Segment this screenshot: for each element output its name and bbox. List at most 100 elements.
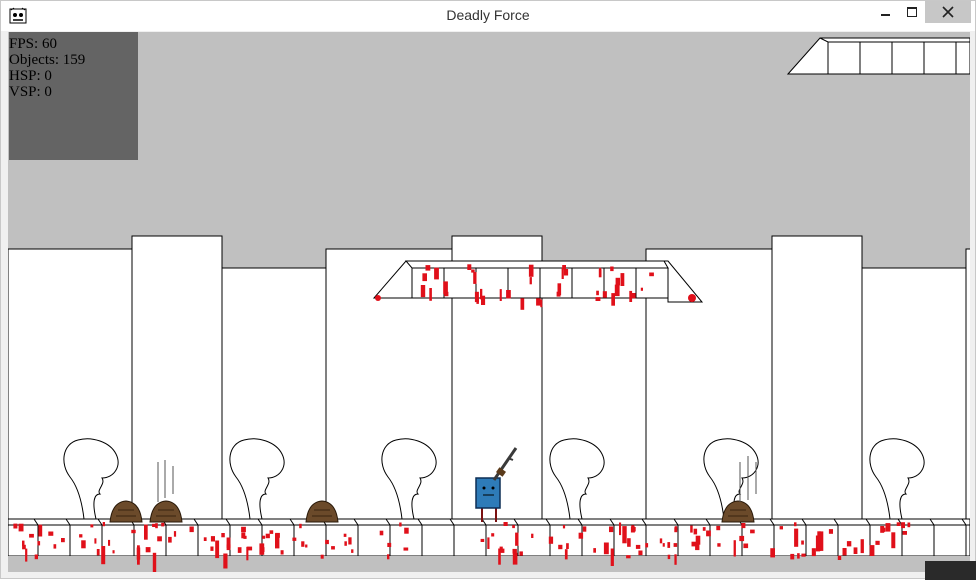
blood-drop xyxy=(659,538,663,544)
blood-drop xyxy=(842,548,847,556)
blood-drop xyxy=(299,523,302,529)
blood-drop xyxy=(907,522,911,528)
blood-drop xyxy=(622,526,627,544)
blood-drop xyxy=(348,537,352,545)
blood-drop xyxy=(595,297,601,301)
blood-drop xyxy=(331,546,335,550)
blood-drop xyxy=(853,547,858,554)
title-bar[interactable]: Deadly Force xyxy=(1,1,975,31)
blood-drop xyxy=(320,554,324,559)
blood-drop xyxy=(743,543,749,549)
game-scene xyxy=(8,37,970,572)
blood-drop xyxy=(399,522,402,527)
minimize-button[interactable] xyxy=(871,1,899,23)
blood-drop xyxy=(770,548,775,558)
blood-drop xyxy=(790,553,795,560)
blood-drop xyxy=(794,522,797,527)
blood-drop xyxy=(582,526,587,532)
blood-drop xyxy=(630,526,635,533)
blood-drop xyxy=(593,548,596,553)
blood-drop xyxy=(610,266,614,272)
blood-drop xyxy=(34,554,38,560)
blood-drop xyxy=(499,289,502,301)
blood-drop xyxy=(662,543,665,547)
blood-drop xyxy=(259,543,265,555)
blood-drop xyxy=(649,272,654,277)
blood-drop xyxy=(275,533,280,549)
blood-drop xyxy=(351,549,354,553)
blood-drop xyxy=(880,526,885,533)
blood-drop xyxy=(563,269,569,276)
blood-drop xyxy=(691,541,697,547)
player-body xyxy=(475,477,501,509)
debug-hud: FPS: 60 Objects: 159 HSP: 0 VSP: 0 xyxy=(9,32,138,160)
blood-drop xyxy=(640,287,643,291)
blood-drop xyxy=(869,545,875,556)
blood-drop xyxy=(561,267,564,279)
blood-drop xyxy=(131,529,136,534)
blood-drop xyxy=(837,555,842,560)
blood-drop xyxy=(155,523,158,529)
blood-drop xyxy=(506,290,511,299)
blood-drop xyxy=(614,284,620,297)
player-eye xyxy=(491,486,495,490)
wall-panel xyxy=(221,267,327,520)
blood-drop xyxy=(96,549,100,556)
game-viewport[interactable]: FPS: 60 Objects: 159 HSP: 0 VSP: 0 xyxy=(8,32,970,572)
maximize-button[interactable] xyxy=(899,1,925,23)
blood-drop xyxy=(674,527,678,533)
blood-drop xyxy=(846,541,852,547)
wall-panel xyxy=(541,267,647,520)
blood-drop xyxy=(101,546,106,565)
blood-drop xyxy=(144,524,148,540)
blood-drop xyxy=(695,535,701,545)
blood-drop xyxy=(627,538,631,547)
blood-drop xyxy=(189,526,194,533)
blood-drop xyxy=(638,550,643,556)
blood-drop xyxy=(499,546,503,553)
blood-drop xyxy=(615,277,620,286)
blood-drop xyxy=(512,552,518,565)
blood-drop xyxy=(901,522,905,529)
blood-drop xyxy=(403,547,409,551)
fps-readout: FPS: 60 xyxy=(9,36,57,52)
blood-drop xyxy=(717,543,721,547)
blood-drop xyxy=(29,533,34,538)
blood-drop xyxy=(716,525,721,531)
blood-drop xyxy=(741,523,746,529)
blood-drop xyxy=(629,290,633,302)
blood-drop xyxy=(37,541,41,546)
blood-drop xyxy=(425,265,431,271)
close-button[interactable] xyxy=(925,1,971,23)
blood-drop xyxy=(558,544,563,550)
blood-drop xyxy=(609,526,614,533)
blood-drop xyxy=(434,267,439,280)
blood-drop xyxy=(487,537,490,549)
blood-drop xyxy=(519,551,523,556)
blood-drop xyxy=(379,530,384,536)
blood-drop xyxy=(467,264,472,270)
blood-drop xyxy=(817,531,821,551)
blood-drop xyxy=(673,543,678,547)
blood-drop xyxy=(161,522,165,527)
blood-drop xyxy=(444,291,449,297)
blood-drop xyxy=(292,537,297,541)
blood-drop xyxy=(343,533,347,537)
blood-drop xyxy=(387,554,390,560)
blood-drop xyxy=(801,553,806,557)
blood-drop xyxy=(90,524,94,528)
blood-drop xyxy=(38,524,43,537)
blood-drop xyxy=(578,532,584,539)
blood-drop xyxy=(471,269,475,273)
blood-drop xyxy=(564,549,568,560)
blood-drop xyxy=(540,299,543,308)
blood-drop xyxy=(596,290,599,296)
blood-drop xyxy=(503,522,508,526)
blood-drop xyxy=(610,548,614,566)
blood-drop xyxy=(885,523,891,532)
wall-panel xyxy=(861,267,967,520)
blood-drop xyxy=(896,522,901,526)
wall-panel xyxy=(8,248,133,520)
blood-drop xyxy=(215,540,220,559)
blood-drop xyxy=(262,535,266,539)
